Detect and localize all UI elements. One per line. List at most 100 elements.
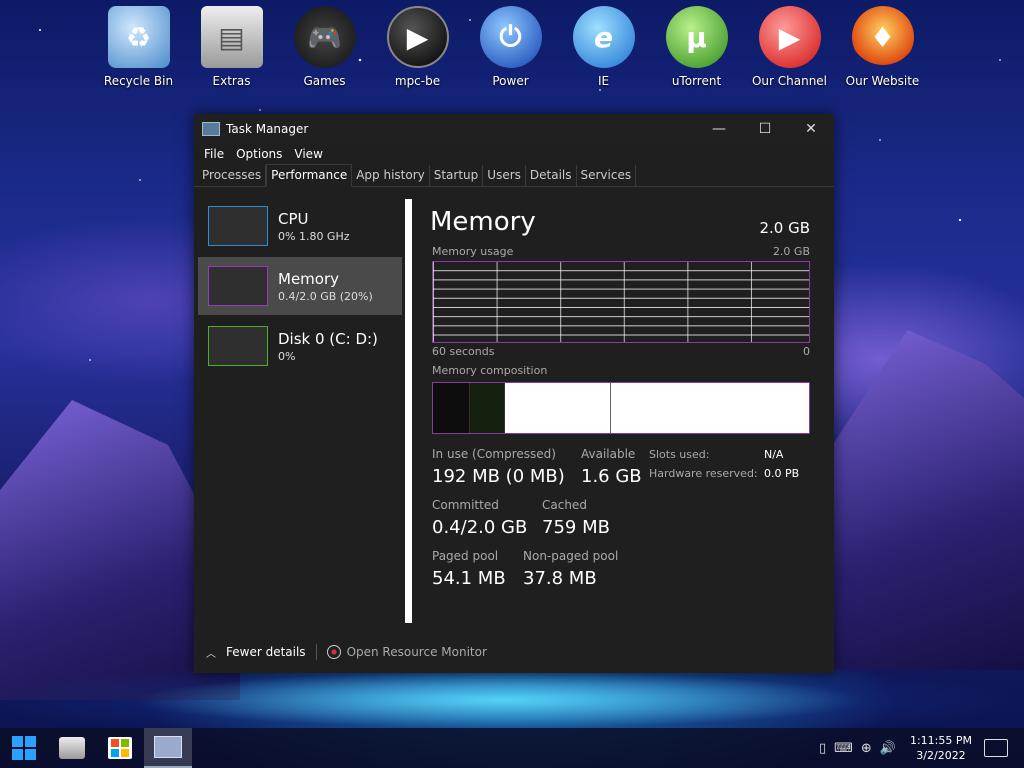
desktop-icon-label: Our Website	[845, 74, 920, 88]
footer-divider	[315, 644, 317, 660]
desktop-icon-extras[interactable]: ▤ Extras	[185, 6, 278, 88]
memory-composition-bar[interactable]	[432, 382, 810, 434]
tab-performance[interactable]: Performance	[266, 164, 353, 187]
desktop-icon-utorrent[interactable]: µ uTorrent	[650, 6, 743, 88]
mountain-right	[830, 330, 1024, 670]
minimize-button[interactable]: —	[696, 114, 742, 144]
stat-value: 759 MB	[542, 517, 610, 538]
composition-free[interactable]	[611, 383, 809, 433]
menu-file[interactable]: File	[198, 147, 230, 161]
slots-used-value: N/A	[764, 448, 784, 461]
tab-services[interactable]: Services	[577, 165, 637, 186]
sidebar-item-title: Disk 0 (C: D:)	[278, 329, 378, 348]
taskbar-file-explorer[interactable]	[48, 728, 96, 768]
open-resource-monitor-link[interactable]: Open Resource Monitor	[326, 645, 487, 659]
desktop-icon-label: Games	[303, 74, 346, 88]
window-title: Task Manager	[226, 122, 309, 136]
taskbar: ▯ ⌨ ⊕ 🔊 1:11:55 PM 3/2/2022	[0, 728, 1024, 768]
internet-explorer-icon: e	[572, 6, 635, 68]
close-button[interactable]: ✕	[788, 114, 834, 144]
tab-app-history[interactable]: App history	[352, 165, 430, 186]
system-tray: ▯ ⌨ ⊕ 🔊 1:11:55 PM 3/2/2022	[815, 728, 1024, 768]
resource-sidebar: CPU 0% 1.80 GHz Memory 0.4/2.0 GB (20%) …	[198, 197, 402, 377]
desktop-icon-recycle-bin[interactable]: ♻ Recycle Bin	[92, 6, 185, 88]
open-resource-monitor-label: Open Resource Monitor	[346, 645, 487, 659]
graph-time-label: 60 seconds	[432, 345, 495, 358]
stat-non-paged-pool: Non-paged pool 37.8 MB	[523, 549, 618, 589]
start-button[interactable]	[0, 728, 48, 768]
desktop-icon-mpc-be[interactable]: ▶ mpc-be	[371, 6, 464, 88]
sidebar-item-disk[interactable]: Disk 0 (C: D:) 0%	[198, 317, 402, 375]
keyboard-icon[interactable]: ⌨	[834, 741, 853, 756]
memory-total: 2.0 GB	[759, 219, 810, 237]
taskbar-task-manager[interactable]	[144, 728, 192, 768]
stat-cached: Cached 759 MB	[542, 498, 610, 538]
volume-icon[interactable]: 🔊	[880, 741, 896, 756]
desktop-icon-power[interactable]: ⏻ Power	[464, 6, 557, 88]
graph-time-end: 0	[803, 345, 810, 358]
composition-modified[interactable]	[470, 383, 505, 433]
sidebar-item-cpu[interactable]: CPU 0% 1.80 GHz	[198, 197, 402, 255]
maximize-button[interactable]: ☐	[742, 114, 788, 144]
desktop-icon-label: Extras	[212, 74, 251, 88]
composition-in-use[interactable]	[433, 383, 470, 433]
windows-logo-icon	[12, 736, 36, 760]
clock[interactable]: 1:11:55 PM 3/2/2022	[910, 733, 972, 763]
stat-value: 54.1 MB	[432, 568, 506, 589]
file-explorer-icon	[59, 737, 85, 759]
stat-value: 37.8 MB	[523, 568, 597, 589]
tab-strip: Processes Performance App history Startu…	[194, 164, 834, 187]
tab-details[interactable]: Details	[526, 165, 577, 186]
stat-value: 1.6 GB	[581, 466, 642, 487]
sidebar-item-title: CPU	[278, 209, 309, 228]
desktop-icon-label: Power	[492, 74, 529, 88]
network-icon[interactable]: ⊕	[861, 741, 872, 756]
desktop-icon-our-channel[interactable]: ▶ Our Channel	[743, 6, 836, 88]
pane-splitter[interactable]	[405, 199, 412, 623]
performance-body: CPU 0% 1.80 GHz Memory 0.4/2.0 GB (20%) …	[194, 187, 834, 623]
taskbar-store[interactable]	[96, 728, 144, 768]
desktop-icon-games[interactable]: 🎮 Games	[278, 6, 371, 88]
desktop-icon-label: Our Channel	[751, 74, 828, 88]
sidebar-item-subtitle: 0.4/2.0 GB (20%)	[278, 289, 373, 303]
fewer-details-label: Fewer details	[226, 645, 306, 659]
desktop-icon-label: mpc-be	[394, 74, 441, 88]
hardware-reserved-value: 0.0 PB	[764, 467, 800, 480]
sidebar-item-memory[interactable]: Memory 0.4/2.0 GB (20%)	[198, 257, 402, 315]
stat-label: In use (Compressed)	[432, 447, 556, 461]
resource-monitor-icon	[326, 645, 341, 659]
tab-users[interactable]: Users	[483, 165, 526, 186]
notification-center-icon[interactable]	[984, 739, 1008, 757]
store-icon	[108, 737, 132, 759]
cpu-thumbnail-graph	[208, 206, 268, 246]
stat-label: Paged pool	[432, 549, 499, 563]
slots-used-label: Slots used:	[649, 448, 710, 461]
media-player-icon: ▶	[386, 6, 449, 68]
stat-available: Available 1.6 GB	[581, 447, 642, 487]
memory-usage-max: 2.0 GB	[772, 245, 810, 258]
stat-committed: Committed 0.4/2.0 GB	[432, 498, 527, 538]
desktop-icon-ie[interactable]: e IE	[557, 6, 650, 88]
stat-in-use: In use (Compressed) 192 MB (0 MB)	[432, 447, 565, 487]
memory-composition-label: Memory composition	[432, 364, 548, 377]
menu-view[interactable]: View	[288, 147, 328, 161]
task-manager-icon	[202, 122, 220, 136]
sidebar-item-subtitle: 0%	[278, 349, 296, 363]
fewer-details-button[interactable]: ︿ Fewer details	[206, 645, 306, 660]
stat-label: Available	[581, 447, 636, 461]
menu-bar: File Options View	[194, 144, 834, 164]
desktop-icon-our-website[interactable]: ♦ Our Website	[836, 6, 929, 88]
menu-options[interactable]: Options	[230, 147, 288, 161]
youtube-icon: ▶	[758, 6, 821, 68]
tab-processes[interactable]: Processes	[198, 165, 267, 186]
stat-value: 0.4/2.0 GB	[432, 517, 528, 538]
footer-bar: ︿ Fewer details Open Resource Monitor	[194, 632, 834, 672]
clock-date: 3/2/2022	[916, 749, 966, 762]
chevron-up-icon: ︿	[206, 648, 216, 660]
title-bar[interactable]: Task Manager — ☐ ✕	[194, 114, 834, 144]
recycle-bin-icon: ♻	[107, 6, 170, 68]
composition-standby[interactable]	[505, 383, 611, 433]
tablet-icon[interactable]: ▯	[819, 741, 826, 756]
task-manager-taskbar-icon	[154, 736, 182, 758]
tab-startup[interactable]: Startup	[430, 165, 484, 186]
